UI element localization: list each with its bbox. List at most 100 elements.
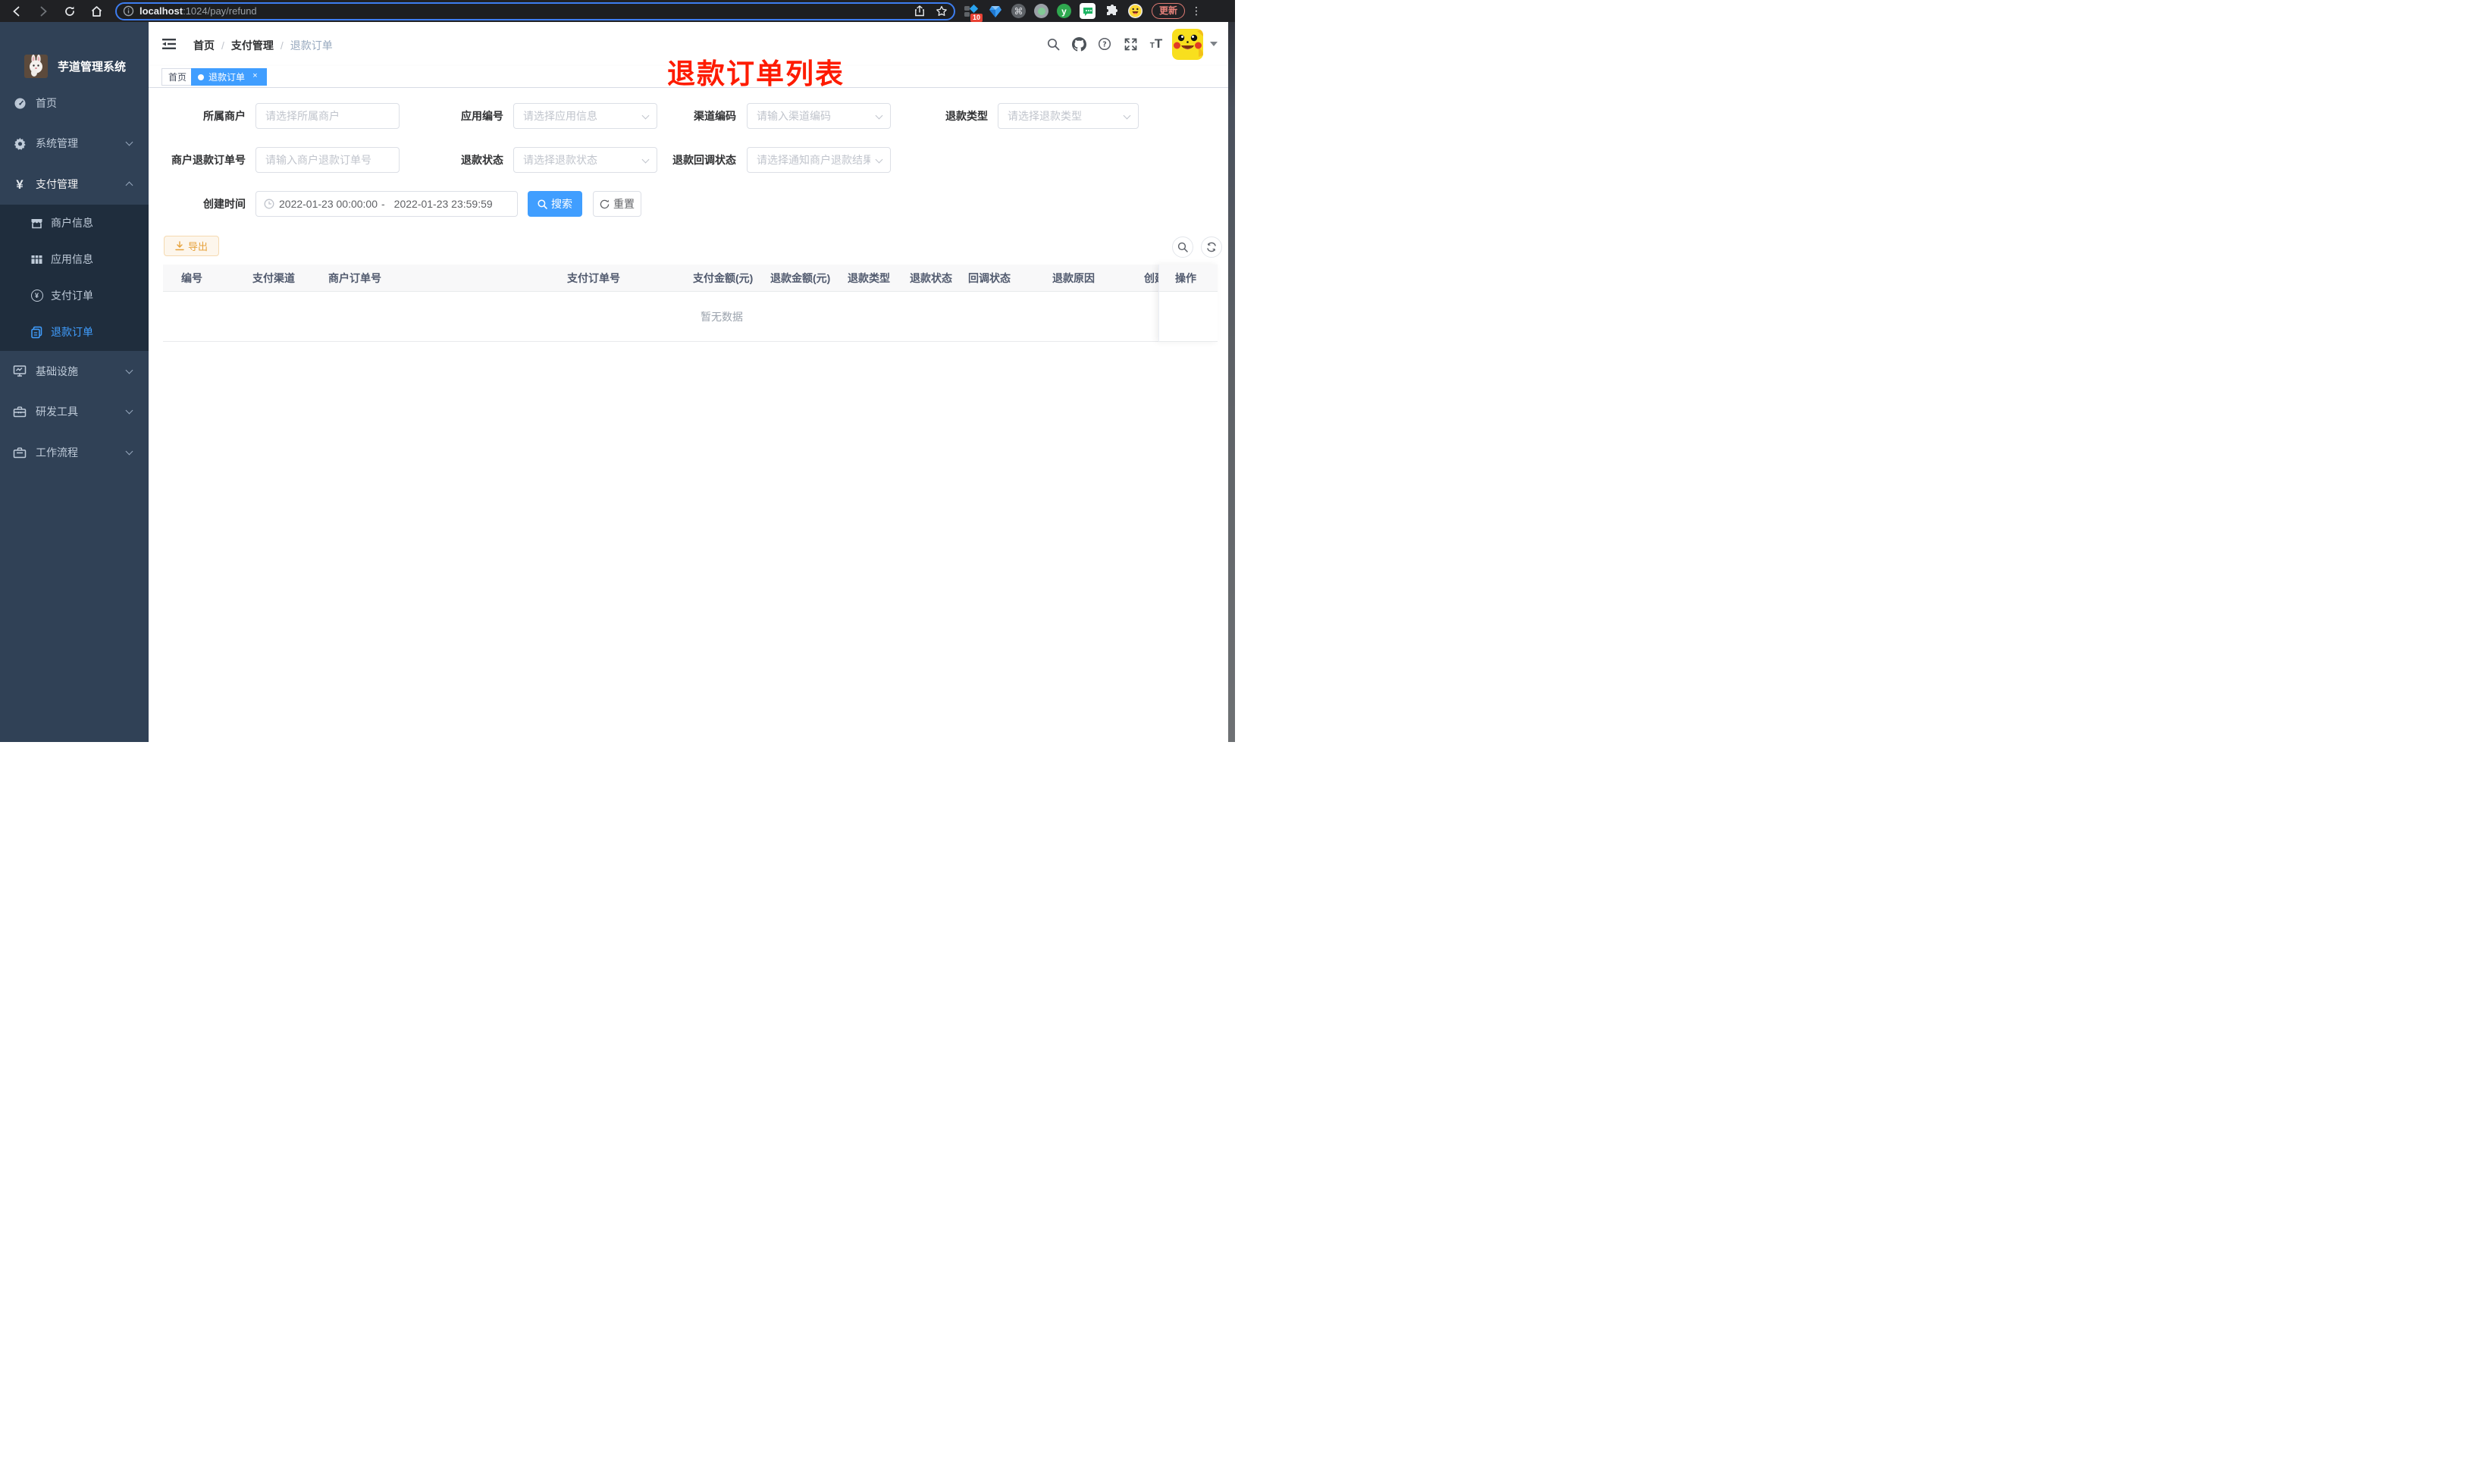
font-size-icon[interactable]: TT	[1143, 22, 1169, 66]
window-edge-strip	[1228, 22, 1235, 742]
breadcrumb-pay[interactable]: 支付管理	[231, 38, 274, 53]
github-icon[interactable]	[1066, 22, 1092, 66]
refresh-button[interactable]	[1201, 236, 1222, 258]
yen-circle-icon: ¥	[30, 290, 43, 302]
notify-status-select[interactable]: 请选择通知商户退款结果的	[747, 147, 891, 173]
pinned-extension-icon[interactable]: 10	[963, 3, 983, 22]
briefcase-icon	[13, 446, 27, 459]
merchant-refund-no-input[interactable]	[255, 147, 400, 173]
table-body: 暂无数据	[163, 293, 1218, 342]
export-button[interactable]: 导出	[164, 236, 219, 256]
refund-status-select[interactable]: 请选择退款状态	[513, 147, 657, 173]
channel-code-select[interactable]: 请输入渠道编码	[747, 103, 891, 129]
y-extension-icon[interactable]: y	[1057, 4, 1071, 18]
sidebar: 芋道管理系统 首页 系统管理 ¥ 支付管理 商户信息 应用信息 ¥ 支付订单 退…	[0, 22, 149, 742]
col-callback-status: 回调状态	[968, 272, 1011, 284]
sidebar-item-label: 应用信息	[51, 253, 93, 265]
select-placeholder: 请选择通知商户退款结果的	[757, 154, 870, 166]
sidebar-item-refund-order[interactable]: 退款订单	[0, 314, 149, 350]
forward-icon[interactable]	[33, 3, 53, 20]
tag-close-icon[interactable]: ×	[250, 72, 260, 82]
tag-label: 退款订单	[208, 72, 246, 83]
app-logo	[24, 54, 48, 78]
chevron-down-icon	[125, 406, 133, 415]
sidebar-item-merchant-info[interactable]: 商户信息	[0, 205, 149, 241]
logo-row[interactable]: 芋道管理系统	[0, 49, 149, 83]
merchant-label: 所属商户	[203, 110, 246, 122]
help-icon[interactable]: ?	[1092, 22, 1117, 66]
address-bar[interactable]: localhost:1024/pay/refund	[115, 2, 955, 20]
gem-extension-icon[interactable]	[987, 3, 1003, 19]
cmd-extension-icon[interactable]: ⌘	[1011, 4, 1026, 18]
record-extension-icon[interactable]	[1034, 4, 1048, 18]
breadcrumb: 首页 / 支付管理 / 退款订单	[193, 38, 333, 53]
browser-menu-icon[interactable]: ⋮	[1191, 5, 1202, 17]
create-time-range-picker[interactable]: 2022-01-23 00:00:00 - 2022-01-23 23:59:5…	[255, 191, 518, 217]
search-button[interactable]: 搜索	[528, 191, 582, 217]
user-avatar[interactable]	[1172, 28, 1203, 60]
breadcrumb-current: 退款订单	[290, 39, 333, 52]
refund-type-select[interactable]: 请选择退款类型	[998, 103, 1139, 129]
sidebar-item-label: 商户信息	[51, 217, 93, 229]
refund-status-label: 退款状态	[461, 154, 503, 166]
sidebar-item-app-info[interactable]: 应用信息	[0, 241, 149, 277]
table-header: 编号 支付渠道 商户订单号 支付订单号 支付金额(元) 退款金额(元) 退款类型…	[163, 265, 1218, 292]
create-time-label: 创建时间	[203, 198, 246, 210]
tag-refund-order[interactable]: 退款订单 ×	[191, 68, 268, 86]
col-refund-reason: 退款原因	[1052, 272, 1095, 284]
chevron-down-icon	[875, 155, 883, 164]
share-icon[interactable]	[914, 5, 925, 17]
select-placeholder: 请选择退款状态	[523, 154, 597, 166]
sidebar-item-label: 工作流程	[36, 446, 78, 459]
breadcrumb-home[interactable]: 首页	[193, 38, 215, 53]
big-t: T	[1154, 36, 1163, 51]
sidebar-item-pay-order[interactable]: ¥ 支付订单	[0, 277, 149, 314]
col-pay-amount: 支付金额(元)	[693, 272, 754, 284]
sidebar-item-workflow[interactable]: 工作流程	[0, 432, 149, 473]
browser-toolbar: localhost:1024/pay/refund 10 ⌘ y 更新 ⋮	[0, 0, 1235, 22]
caret-down-icon[interactable]	[1210, 42, 1218, 46]
sidebar-item-label: 支付订单	[51, 290, 93, 302]
sidebar-item-label: 研发工具	[36, 405, 78, 418]
chevron-up-icon	[125, 181, 133, 189]
info-icon[interactable]	[123, 5, 134, 17]
chevron-down-icon	[125, 366, 133, 374]
clock-icon	[264, 199, 274, 209]
bookmark-star-icon[interactable]	[936, 5, 948, 17]
col-refund-status: 退款状态	[910, 272, 952, 284]
sidebar-item-devtools[interactable]: 研发工具	[0, 391, 149, 432]
tag-home[interactable]: 首页	[161, 68, 194, 86]
reload-icon[interactable]	[60, 3, 80, 20]
home-icon[interactable]	[86, 3, 106, 20]
chevron-down-icon	[1123, 111, 1131, 120]
puzzle-extensions-icon[interactable]	[1104, 3, 1120, 19]
app-no-select[interactable]: 请选择应用信息	[513, 103, 657, 129]
col-channel: 支付渠道	[252, 272, 295, 284]
update-button[interactable]: 更新	[1152, 3, 1186, 19]
back-icon[interactable]	[7, 3, 27, 20]
sidebar-item-system[interactable]: 系统管理	[0, 123, 149, 164]
collapse-sidebar-icon[interactable]	[161, 36, 177, 52]
chevron-down-icon	[125, 447, 133, 456]
chat-extension-icon[interactable]	[1080, 3, 1096, 19]
sidebar-item-infra[interactable]: 基础设施	[0, 351, 149, 391]
date-start-value: 2022-01-23 00:00:00	[279, 198, 378, 210]
col-id: 编号	[181, 272, 202, 284]
profile-avatar-icon[interactable]	[1128, 4, 1143, 18]
merchant-input[interactable]	[255, 103, 400, 129]
search-button-label: 搜索	[551, 198, 572, 210]
col-action: 操作	[1159, 265, 1218, 292]
grid-table-icon	[30, 253, 43, 266]
toggle-search-button[interactable]	[1172, 236, 1193, 258]
toolbox-icon	[13, 405, 27, 418]
action-cell-empty	[1159, 292, 1218, 341]
col-refund-amount: 退款金额(元)	[770, 272, 831, 284]
url-host: localhost	[139, 5, 183, 17]
channel-code-label: 渠道编码	[694, 110, 736, 122]
reset-button[interactable]: 重置	[593, 191, 641, 217]
sidebar-item-home[interactable]: 首页	[0, 83, 149, 124]
search-icon[interactable]	[1040, 22, 1066, 66]
svg-text:?: ?	[1102, 40, 1107, 49]
fullscreen-icon[interactable]	[1117, 22, 1143, 66]
sidebar-item-pay[interactable]: ¥ 支付管理	[0, 164, 149, 205]
